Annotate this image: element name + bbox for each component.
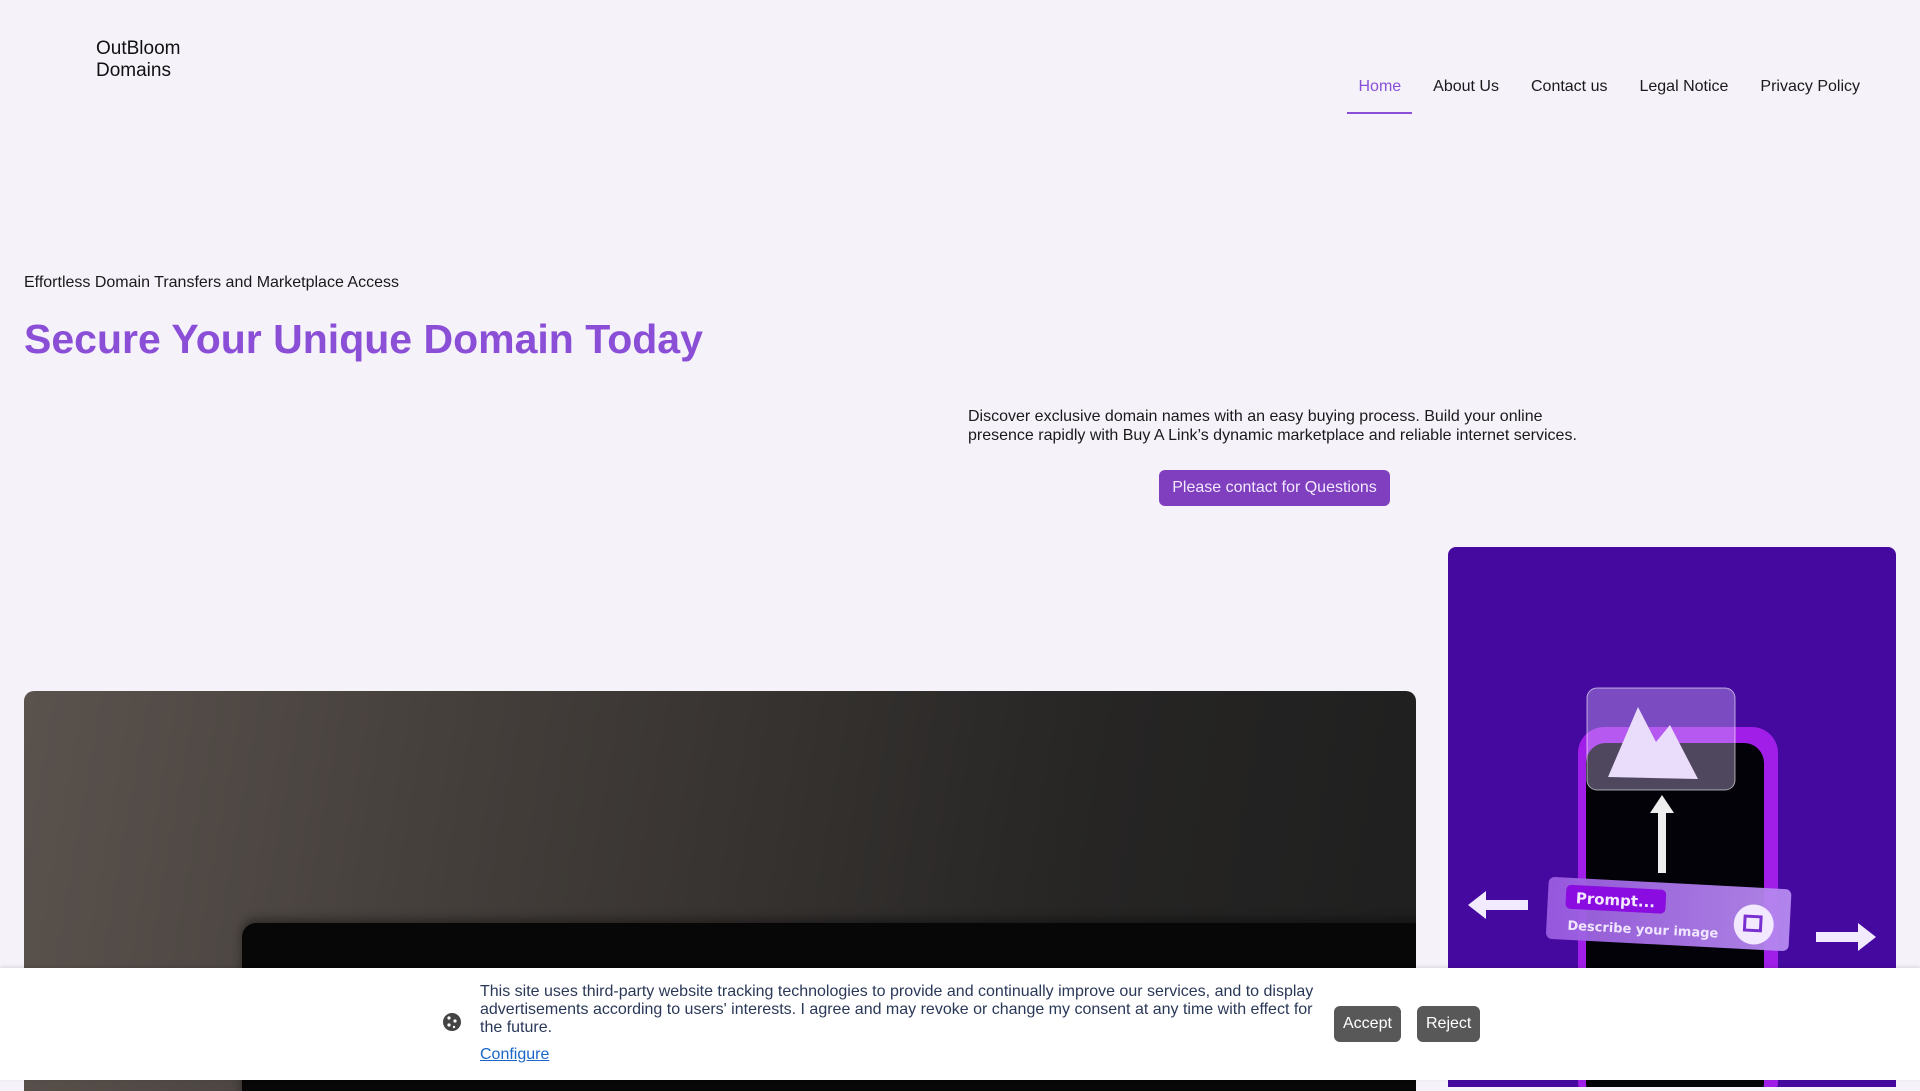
contact-button[interactable]: Please contact for Questions xyxy=(1159,470,1390,506)
cookie-icon xyxy=(443,1013,461,1031)
nav-about-us[interactable]: About Us xyxy=(1417,78,1515,114)
hero-eyebrow: Effortless Domain Transfers and Marketpl… xyxy=(24,274,399,291)
arrow-right-icon xyxy=(1816,923,1876,951)
hero-description: Discover exclusive domain names with an … xyxy=(968,408,1577,444)
main-nav: Home About Us Contact us Legal Notice Pr… xyxy=(1342,78,1876,114)
nav-legal-notice[interactable]: Legal Notice xyxy=(1623,78,1744,114)
cookie-text: This site uses third-party website track… xyxy=(480,983,1314,1036)
prompt-card: Prompt... Describe your image xyxy=(1546,877,1792,952)
nav-home[interactable]: Home xyxy=(1342,78,1417,114)
cookie-reject-button[interactable]: Reject xyxy=(1417,1006,1481,1042)
hero-title: Secure Your Unique Domain Today xyxy=(24,316,703,362)
logo-line-1: OutBloom xyxy=(96,38,181,59)
cookie-accept-button[interactable]: Accept xyxy=(1334,1006,1401,1042)
cookie-configure-link[interactable]: Configure xyxy=(480,1046,549,1064)
arrow-left-icon xyxy=(1468,891,1528,919)
nav-contact-us[interactable]: Contact us xyxy=(1515,78,1623,114)
cookie-banner: This site uses third-party website track… xyxy=(0,968,1920,1080)
nav-privacy-policy[interactable]: Privacy Policy xyxy=(1744,78,1876,114)
logo-line-2: Domains xyxy=(96,60,171,81)
site-logo[interactable]: OutBloom Domains xyxy=(96,38,180,82)
